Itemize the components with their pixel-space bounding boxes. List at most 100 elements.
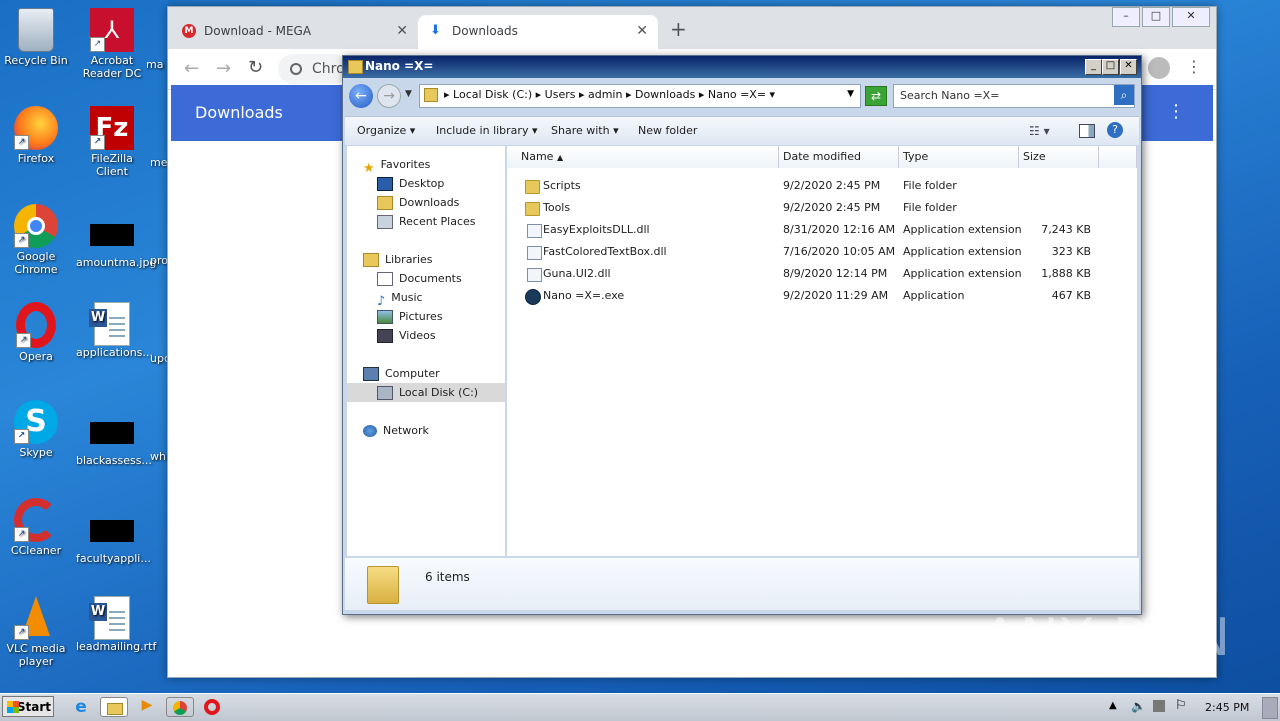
reload-icon[interactable]: ↻ (248, 57, 263, 78)
organize-button[interactable]: Organize ▾ (357, 124, 415, 137)
file-row-nano-exe[interactable]: Nano =X=.exe 9/2/2020 11:29 AM Applicati… (507, 285, 1107, 307)
file-row-tools[interactable]: Tools 9/2/2020 2:45 PM File folder (507, 197, 1107, 219)
show-hidden-icons-icon[interactable]: ▲ (1109, 700, 1117, 711)
action-center-flag-icon[interactable]: ⚐ (1175, 698, 1187, 713)
shortcut-arrow-icon: ↗ (14, 135, 29, 150)
file-row-easyexploitsdll[interactable]: EasyExploitsDLL.dll 8/31/2020 12:16 AM A… (507, 219, 1107, 241)
word-document-icon: W (89, 596, 130, 640)
nav-local-disk[interactable]: Local Disk (C:) (347, 383, 505, 402)
desktop-icon-acrobat[interactable]: ⅄ ↗ Acrobat Reader DC (76, 8, 148, 80)
menu-kebab-icon[interactable]: ⋮ (1186, 57, 1202, 76)
chrome-taskbar-icon[interactable] (166, 697, 194, 717)
nav-documents[interactable]: Documents (377, 269, 462, 288)
column-header-date[interactable]: Date modified (779, 146, 899, 168)
desktop-icon-skype[interactable]: S ↗ Skype (0, 400, 72, 459)
refresh-icon[interactable]: ⇄ (865, 86, 887, 106)
desktop-icon-firefox[interactable]: ↗ Firefox (0, 106, 72, 165)
tab-mega[interactable]: M Download - MEGA ✕ (178, 15, 418, 49)
nav-desktop[interactable]: Desktop (377, 174, 444, 193)
new-tab-button[interactable]: + (670, 17, 687, 41)
desktop-icon-vlc[interactable]: ↗ VLC media player (0, 596, 72, 668)
address-bar[interactable]: ▸ Local Disk (C:) ▸ Users ▸ admin ▸ Down… (419, 84, 861, 108)
search-box[interactable]: Search Nano =X= ⌕ (893, 84, 1135, 108)
preview-pane-icon[interactable] (1079, 124, 1095, 138)
nav-downloads[interactable]: Downloads (377, 193, 459, 212)
nav-favorites[interactable]: ★ Favorites (363, 155, 430, 176)
forward-button-icon[interactable]: → (377, 84, 401, 108)
desktop-icon-google-chrome[interactable]: ↗ Google Chrome (0, 204, 72, 276)
close-button[interactable]: ✕ (1120, 59, 1137, 75)
desktop-icon-filezilla[interactable]: Fz ↗ FileZilla Client (76, 106, 148, 178)
address-dropdown-icon[interactable]: ▼ (847, 89, 854, 99)
maximize-button[interactable]: □ (1102, 59, 1119, 75)
tab-close-icon[interactable]: ✕ (396, 15, 408, 47)
downloads-folder-icon (377, 196, 393, 210)
history-dropdown-icon[interactable]: ▼ (405, 89, 412, 99)
downloads-title: Downloads (195, 103, 283, 122)
include-in-library-button[interactable]: Include in library ▾ (436, 124, 537, 137)
column-header-type[interactable]: Type (899, 146, 1019, 168)
clock[interactable]: 2:45 PM (1205, 701, 1249, 714)
opera-taskbar-icon[interactable] (204, 699, 220, 715)
network-status-icon[interactable] (1153, 700, 1165, 712)
media-player-icon[interactable]: ▶ (136, 697, 158, 717)
nav-libraries[interactable]: Libraries (363, 250, 433, 269)
large-folder-icon (367, 566, 399, 604)
nav-recent-places[interactable]: Recent Places (377, 212, 476, 231)
sort-ascending-icon: ▲ (556, 153, 564, 162)
nav-pictures[interactable]: Pictures (377, 307, 443, 326)
nav-music[interactable]: ♪ Music (377, 288, 423, 309)
desktop-icon-applications[interactable]: W applications... (76, 302, 153, 359)
share-with-button[interactable]: Share with ▾ (551, 124, 619, 137)
tab-close-icon[interactable]: ✕ (636, 15, 648, 47)
back-button-icon[interactable]: ← (349, 84, 373, 108)
maximize-button[interactable]: □ (1142, 7, 1170, 27)
pictures-icon (377, 310, 393, 324)
search-input[interactable]: Search Nano =X= (900, 89, 999, 102)
file-name: Nano =X=.exe (543, 289, 625, 302)
downloads-menu-icon[interactable]: ⋮ (1167, 101, 1185, 122)
desktop-icon-leadmailing[interactable]: W leadmailing.rtf (76, 596, 156, 653)
desktop-icon-ccleaner[interactable]: ↗ CCleaner (0, 498, 72, 557)
nav-computer[interactable]: Computer (363, 364, 440, 383)
breadcrumb-item[interactable]: Local Disk (C:) (453, 88, 532, 101)
forward-icon[interactable]: → (216, 58, 231, 79)
breadcrumb-item[interactable]: Downloads (635, 88, 695, 101)
file-row-scripts[interactable]: Scripts 9/2/2020 2:45 PM File folder (507, 175, 1107, 197)
volume-icon[interactable]: 🔈 (1131, 699, 1146, 713)
profile-avatar-icon[interactable] (1148, 57, 1170, 79)
desktop-icon-amountma[interactable]: amountma.jpg (76, 212, 156, 269)
star-icon: ★ (363, 161, 375, 176)
internet-explorer-icon[interactable]: e (70, 697, 92, 717)
file-name: EasyExploitsDLL.dll (543, 223, 650, 236)
help-icon[interactable]: ? (1107, 122, 1123, 138)
minimize-button[interactable]: – (1112, 7, 1140, 27)
nav-videos[interactable]: Videos (377, 326, 436, 345)
back-icon[interactable]: ← (184, 58, 199, 79)
chrome-tab-strip: M Download - MEGA ✕ ⬇ Downloads ✕ + – □ ✕ (168, 7, 1216, 49)
breadcrumb-item[interactable]: Users (545, 88, 576, 101)
desktop-icon-facultyappli[interactable]: facultyappli... (76, 508, 151, 565)
omnibox[interactable]: Chro (278, 54, 348, 84)
start-button[interactable]: Start (2, 696, 54, 717)
nav-network[interactable]: Network (363, 421, 429, 440)
search-icon[interactable]: ⌕ (1114, 85, 1134, 105)
minimize-button[interactable]: _ (1085, 59, 1102, 75)
file-explorer-taskbar-icon[interactable] (100, 697, 128, 717)
chrome-page-icon (290, 63, 302, 75)
tab-downloads[interactable]: ⬇ Downloads ✕ (418, 15, 658, 49)
breadcrumb-item[interactable]: admin (588, 88, 622, 101)
new-folder-button[interactable]: New folder (638, 124, 697, 137)
column-header-size[interactable]: Size (1019, 146, 1099, 168)
file-row-guna-ui2[interactable]: Guna.UI2.dll 8/9/2020 12:14 PM Applicati… (507, 263, 1107, 285)
column-header-name[interactable]: Name ▲ (507, 146, 779, 168)
close-button[interactable]: ✕ (1172, 7, 1210, 27)
desktop-icon-label: Acrobat Reader DC (82, 54, 142, 80)
breadcrumb-item[interactable]: Nano =X= (708, 88, 766, 101)
desktop-icon-opera[interactable]: ↗ Opera (0, 302, 72, 363)
desktop-icon-recycle-bin[interactable]: Recycle Bin (0, 8, 72, 67)
file-row-fastcoloredtextbox[interactable]: FastColoredTextBox.dll 7/16/2020 10:05 A… (507, 241, 1107, 263)
show-desktop-button[interactable] (1262, 697, 1278, 719)
desktop-icon-blackassess[interactable]: blackassess... (76, 410, 152, 467)
view-options-icon[interactable]: ☷ ▾ (1029, 124, 1050, 138)
